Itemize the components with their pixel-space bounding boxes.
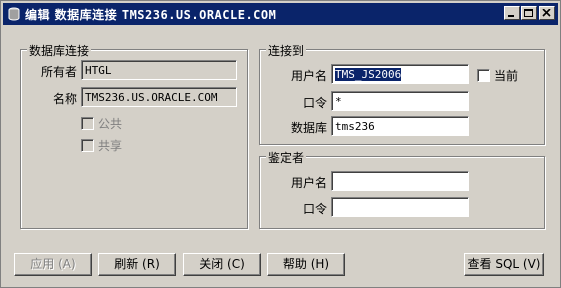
current-checkbox[interactable]: 当前: [477, 67, 518, 84]
shared-checkbox-label: 共享: [98, 139, 123, 153]
minimize-icon: [508, 15, 514, 17]
close-window-button[interactable]: [539, 6, 555, 20]
db-connection-group-label: 数据库连接: [27, 42, 92, 59]
shared-checkbox[interactable]: 共享: [81, 137, 122, 154]
shared-checkbox-box: [81, 139, 94, 152]
connect-username-label: 用户名: [290, 69, 327, 83]
authenticator-group-label: 鉴定者: [266, 149, 307, 166]
connect-username-value: TMS_JS2006: [335, 68, 402, 81]
connect-password-field[interactable]: *: [331, 91, 469, 111]
connect-database-label: 数据库: [290, 121, 327, 135]
public-checkbox-label: 公共: [98, 117, 123, 131]
name-field[interactable]: TMS236.US.ORACLE.COM: [81, 87, 237, 107]
title-bar[interactable]: 编辑 数据库连接 TMS236.US.ORACLE.COM: [3, 3, 558, 25]
name-label: 名称: [52, 92, 77, 106]
owner-label: 所有者: [40, 65, 77, 79]
maximize-icon: [524, 9, 533, 17]
auth-username-field[interactable]: [331, 171, 469, 191]
connect-password-label: 口令: [302, 96, 327, 110]
connect-to-group-label: 连接到: [266, 42, 307, 59]
window-title-prefix: 编辑 数据库连接: [25, 8, 122, 22]
auth-password-label: 口令: [302, 202, 327, 216]
window-title: 编辑 数据库连接 TMS236.US.ORACLE.COM: [25, 6, 276, 23]
minimize-button[interactable]: [504, 6, 520, 20]
edit-db-connection-window: 编辑 数据库连接 TMS236.US.ORACLE.COM 数据库连接 所有者 …: [0, 0, 561, 288]
public-checkbox-box: [81, 117, 94, 130]
view-sql-button[interactable]: 查看 SQL (V): [464, 253, 544, 276]
connect-database-field[interactable]: tms236: [331, 116, 469, 136]
close-button[interactable]: 关闭 (C): [183, 253, 261, 276]
close-icon: [542, 9, 551, 17]
apply-button[interactable]: 应用 (A): [14, 253, 92, 276]
auth-password-field[interactable]: [331, 197, 469, 217]
help-button[interactable]: 帮助 (H): [267, 253, 345, 276]
auth-username-label: 用户名: [290, 176, 327, 190]
authenticator-group: 鉴定者: [259, 149, 545, 229]
public-checkbox[interactable]: 公共: [81, 115, 122, 132]
current-checkbox-label: 当前: [494, 69, 519, 83]
refresh-button[interactable]: 刷新 (R): [98, 253, 176, 276]
connect-username-field[interactable]: TMS_JS2006: [331, 64, 469, 84]
database-icon: [7, 7, 21, 21]
owner-field[interactable]: HTGL: [81, 60, 237, 80]
current-checkbox-box: [477, 69, 490, 82]
maximize-button[interactable]: [521, 6, 537, 20]
window-title-connection: TMS236.US.ORACLE.COM: [121, 8, 277, 22]
